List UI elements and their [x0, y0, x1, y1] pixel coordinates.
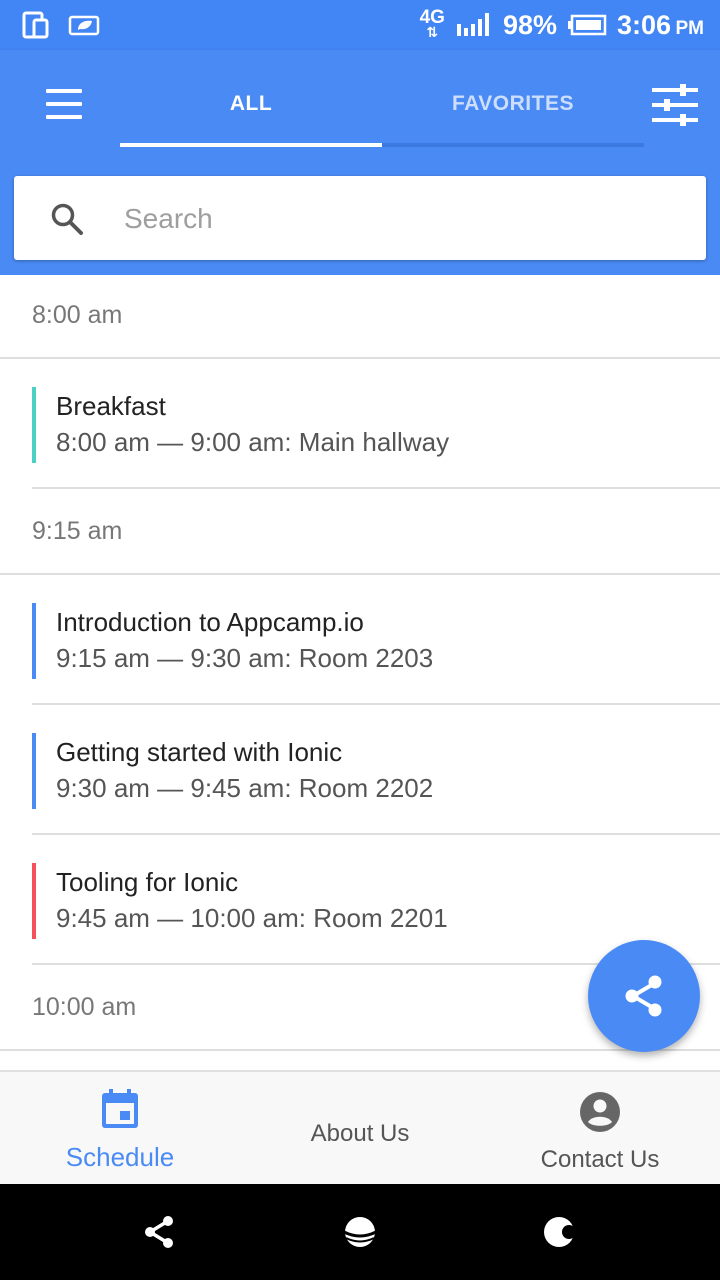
search-icon [51, 203, 83, 235]
session-details: 9:15 am — 9:30 am: Room 2203 [56, 643, 434, 673]
session-title: Introduction to Appcamp.io [56, 607, 364, 637]
tab-contact-us[interactable]: Contact Us [480, 1072, 720, 1186]
search-bar [14, 176, 706, 260]
time-divider: 9:15 am [0, 489, 720, 575]
session-details: 8:00 am — 9:00 am: Main hallway [56, 427, 450, 457]
device-icon [22, 11, 49, 39]
search-input[interactable] [122, 194, 686, 244]
status-bar: 4G ⇅ 98% 3:06 PM [0, 0, 720, 50]
menu-icon [46, 89, 82, 93]
tab-schedule[interactable]: Schedule [0, 1072, 240, 1186]
battery-saver-icon [68, 15, 100, 36]
session-item[interactable]: Tooling for Ionic 9:45 am — 10:00 am: Ro… [32, 835, 720, 965]
share-fab-button[interactable] [588, 940, 700, 1052]
menu-icon-line [46, 115, 82, 119]
app-header: ALL FAVORITES [0, 50, 720, 275]
tab-schedule-label: Schedule [65, 1142, 175, 1172]
network-type: 4G [419, 7, 445, 28]
share-icon [625, 975, 662, 1017]
tab-all[interactable]: ALL [120, 76, 382, 146]
tab-contact-us-label: Contact Us [540, 1146, 660, 1173]
clock-time: 3:06 [617, 9, 672, 40]
tab-favorites[interactable]: FAVORITES [382, 76, 644, 146]
session-title: Breakfast [56, 391, 166, 421]
tab-favorites-indicator [382, 143, 644, 147]
account-circle-icon [580, 1092, 620, 1132]
session-details: 9:45 am — 10:00 am: Room 2201 [56, 903, 448, 933]
session-item[interactable]: Introduction to Appcamp.io 9:15 am — 9:3… [32, 575, 720, 705]
session-item[interactable]: Getting started with Ionic 9:30 am — 9:4… [32, 705, 720, 835]
battery-icon [568, 14, 607, 36]
system-navigation-bar [0, 1184, 720, 1280]
menu-icon-line [46, 102, 82, 106]
session-title: Getting started with Ionic [56, 737, 343, 767]
track-color-bar [32, 733, 36, 809]
session-item[interactable]: Breakfast 8:00 am — 9:00 am: Main hallwa… [32, 359, 720, 489]
battery-percent: 98% [502, 9, 557, 40]
bottom-tab-bar: Schedule About Us Contact Us [0, 1070, 720, 1186]
track-color-bar [32, 603, 36, 679]
filter-button[interactable] [650, 82, 702, 130]
track-color-bar [32, 387, 36, 463]
session-title: Tooling for Ionic [56, 867, 239, 897]
tab-all-indicator [120, 143, 382, 147]
track-color-bar [32, 863, 36, 939]
session-details: 9:30 am — 9:45 am: Room 2202 [56, 773, 434, 803]
clock-ampm: PM [675, 17, 705, 39]
data-arrows-icon: ⇅ [426, 24, 439, 40]
tab-favorites-label: FAVORITES [452, 92, 574, 115]
nav-back-icon[interactable] [142, 1214, 178, 1250]
menu-button[interactable] [36, 80, 92, 128]
tab-about-us-label: About Us [310, 1120, 410, 1147]
tab-all-label: ALL [229, 92, 273, 115]
calendar-icon [102, 1089, 138, 1128]
nav-home-icon[interactable] [342, 1214, 378, 1250]
time-divider: 8:00 am [0, 275, 720, 359]
signal-icon [456, 13, 489, 36]
filter-sliders-icon [652, 84, 698, 126]
tab-about-us[interactable]: About Us [240, 1072, 480, 1186]
nav-recents-icon[interactable] [542, 1214, 578, 1250]
